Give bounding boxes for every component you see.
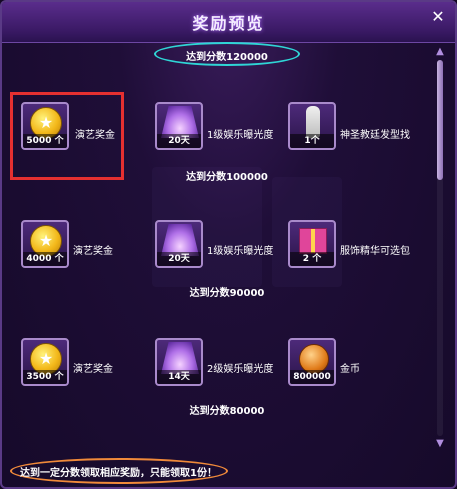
stage-light-icon: 14天 <box>155 338 203 386</box>
coin-pile-icon: 800000 <box>288 338 336 386</box>
item-count: 20天 <box>157 134 201 148</box>
scroll-up-arrow-icon[interactable]: ▲ <box>435 46 445 58</box>
item-count: 14天 <box>157 370 201 384</box>
item-name: 演艺奖金 <box>73 246 113 257</box>
footer: 达到一定分数领取相应奖励，只能领取1份！ <box>2 454 455 487</box>
selection-highlight-box <box>10 92 124 180</box>
item-name: 1级娱乐曝光度 <box>207 246 274 257</box>
scrollbar[interactable]: ▲ ▼ <box>435 46 445 450</box>
white-outfit-icon: 1个 <box>288 102 336 150</box>
dialog-title: 奖励预览 <box>192 14 265 33</box>
item-name: 演艺奖金 <box>73 364 113 375</box>
item-count: 4000 个 <box>23 252 67 266</box>
item-name: 服饰精华可选包 <box>340 246 410 257</box>
reward-preview-dialog: 奖励预览 ✕ 达到分数120000 ★ 5000 个 演艺奖金 20天 1级娱乐… <box>0 0 457 489</box>
tier-score-label: 达到分数80000 <box>189 406 265 417</box>
item-name: 神圣教廷发型找 <box>340 130 410 141</box>
item-count: 3500 个 <box>23 370 67 384</box>
item-count: 2 个 <box>290 252 334 266</box>
item-count: 20天 <box>157 252 201 266</box>
tier-score-label: 达到分数100000 <box>186 172 268 183</box>
item-name: 2级娱乐曝光度 <box>207 364 274 375</box>
gold-coin-icon: ★ 4000 个 <box>21 220 69 268</box>
scroll-track[interactable] <box>437 60 443 436</box>
gift-box-icon: 2 个 <box>288 220 336 268</box>
footer-notice: 达到一定分数领取相应奖励，只能领取1份！ <box>20 468 217 479</box>
item-name: 1级娱乐曝光度 <box>207 130 274 141</box>
item-count: 800000 <box>290 370 334 384</box>
stage-light-icon: 20天 <box>155 220 203 268</box>
score-highlight-oval <box>154 42 300 66</box>
reward-list: 达到分数120000 ★ 5000 个 演艺奖金 20天 1级娱乐曝光度 1个 … <box>2 42 432 454</box>
scroll-down-arrow-icon[interactable]: ▼ <box>435 438 445 450</box>
gold-coin-icon: ★ 3500 个 <box>21 338 69 386</box>
item-count: 1个 <box>290 134 334 148</box>
item-name: 金币 <box>340 364 360 375</box>
title-bar: 奖励预览 ✕ <box>2 2 455 43</box>
stage-light-icon: 20天 <box>155 102 203 150</box>
close-icon[interactable]: ✕ <box>429 8 447 26</box>
scroll-thumb[interactable] <box>437 60 443 180</box>
tier-score-label: 达到分数90000 <box>189 288 265 299</box>
